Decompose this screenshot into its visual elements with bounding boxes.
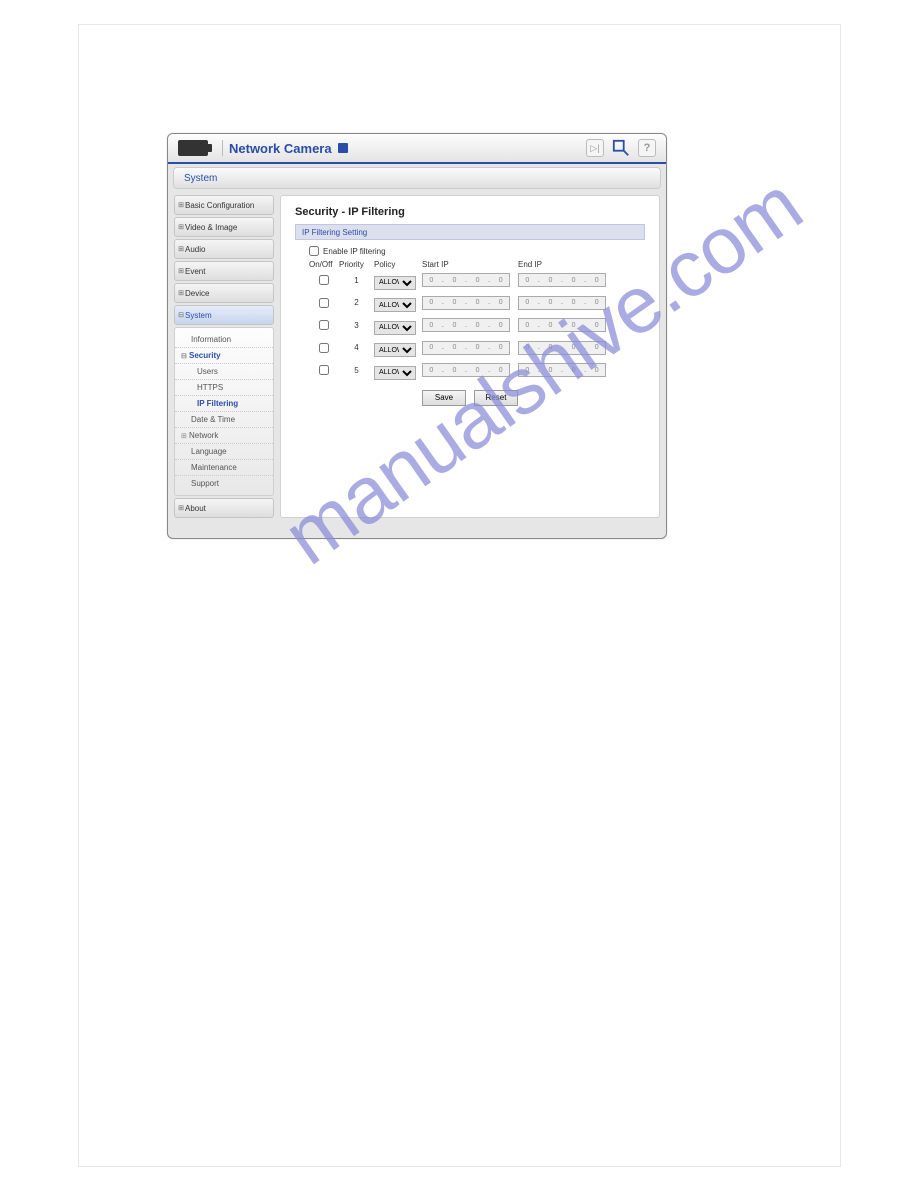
start-ip-input[interactable]: 0.0.0.0 [422,363,510,377]
row-priority: 2 [339,298,374,307]
sidebar-item-ip-filtering[interactable]: IP Filtering [175,396,273,412]
row-onoff-checkbox[interactable] [319,365,329,375]
sidebar-item-system[interactable]: ⊟System [174,305,274,325]
collapse-icon: ⊟ [178,312,184,318]
sidebar-item-basic-configuration[interactable]: ⊞Basic Configuration [174,195,274,215]
start-ip-input[interactable]: 0.0.0.0 [422,273,510,287]
row-onoff-checkbox[interactable] [319,275,329,285]
row-onoff-checkbox[interactable] [319,343,329,353]
expand-icon: ⊞ [178,505,184,511]
row-priority: 4 [339,343,374,352]
row-priority: 1 [339,276,374,285]
sidebar-item-maintenance[interactable]: Maintenance [175,460,273,476]
enable-row: Enable IP filtering [309,246,645,256]
sidebar-item-about[interactable]: ⊞About [174,498,274,518]
col-start-ip: Start IP [422,260,518,269]
row-onoff-checkbox[interactable] [319,320,329,330]
expand-icon: ⊞ [181,432,187,440]
body: ⊞Basic Configuration ⊞Video & Image ⊞Aud… [168,189,666,538]
start-ip-input[interactable]: 0.0.0.0 [422,296,510,310]
play-icon[interactable]: ▷| [586,139,604,157]
filter-row: 3ALLOW 0.0.0.0 0.0.0.0 [309,316,645,335]
sidebar-sublist-system: Information ⊟Security Users HTTPS IP Fil… [174,327,274,496]
row-policy-select[interactable]: ALLOW [374,276,416,290]
filter-row: 1ALLOW 0.0.0.0 0.0.0.0 [309,271,645,290]
camera-icon [178,140,208,156]
col-priority: Priority [339,260,374,269]
section-header: IP Filtering Setting [295,224,645,240]
sidebar-item-event[interactable]: ⊞Event [174,261,274,281]
expand-icon: ⊞ [178,246,184,252]
breadcrumb: System [173,167,661,189]
col-policy: Policy [374,260,422,269]
app-window: Network Camera ▷| ? System ⊞Basic Config… [167,133,667,539]
save-button[interactable]: Save [422,390,466,406]
titlebar: Network Camera ▷| ? [168,134,666,164]
expand-icon: ⊞ [178,202,184,208]
sidebar-item-language[interactable]: Language [175,444,273,460]
col-end-ip: End IP [518,260,608,269]
end-ip-input[interactable]: 0.0.0.0 [518,296,606,310]
row-priority: 3 [339,321,374,330]
page-container: Network Camera ▷| ? System ⊞Basic Config… [78,24,841,1167]
row-policy-select[interactable]: ALLOW [374,343,416,357]
row-policy-select[interactable]: ALLOW [374,321,416,335]
button-row: Save Reset [295,390,645,406]
end-ip-input[interactable]: 0.0.0.0 [518,341,606,355]
sidebar-item-https[interactable]: HTTPS [175,380,273,396]
table-header: On/Off Priority Policy Start IP End IP [309,260,645,269]
filter-row: 2ALLOW 0.0.0.0 0.0.0.0 [309,294,645,313]
sidebar-item-support[interactable]: Support [175,476,273,491]
help-icon[interactable]: ? [638,139,656,157]
sidebar-item-audio[interactable]: ⊞Audio [174,239,274,259]
enable-label: Enable IP filtering [323,247,386,256]
end-ip-input[interactable]: 0.0.0.0 [518,363,606,377]
filter-rows: 1ALLOW0.0.0.00.0.0.02ALLOW0.0.0.00.0.0.0… [295,271,645,380]
reset-button[interactable]: Reset [474,390,518,406]
row-policy-select[interactable]: ALLOW [374,366,416,380]
filter-row: 4ALLOW 0.0.0.0 0.0.0.0 [309,339,645,358]
expand-icon: ⊞ [178,268,184,274]
col-onoff: On/Off [309,260,339,269]
expand-icon: ⊞ [178,224,184,230]
sidebar-item-security[interactable]: ⊟Security [175,348,273,364]
title-badge-icon [338,143,348,153]
row-priority: 5 [339,366,374,375]
page-title: Security - IP Filtering [295,206,645,218]
start-ip-input[interactable]: 0.0.0.0 [422,318,510,332]
sidebar-item-date-time[interactable]: Date & Time [175,412,273,428]
content-panel: Security - IP Filtering IP Filtering Set… [280,195,660,518]
divider [222,140,223,156]
enable-ip-filtering-checkbox[interactable] [309,246,319,256]
end-ip-input[interactable]: 0.0.0.0 [518,318,606,332]
collapse-icon: ⊟ [181,352,187,360]
row-onoff-checkbox[interactable] [319,298,329,308]
filter-row: 5ALLOW 0.0.0.0 0.0.0.0 [309,361,645,380]
sidebar-item-users[interactable]: Users [175,364,273,380]
breadcrumb-text: System [184,173,217,184]
sidebar-item-video-image[interactable]: ⊞Video & Image [174,217,274,237]
row-policy-select[interactable]: ALLOW [374,298,416,312]
start-ip-input[interactable]: 0.0.0.0 [422,341,510,355]
sidebar-item-device[interactable]: ⊞Device [174,283,274,303]
app-title: Network Camera [229,141,332,156]
expand-icon: ⊞ [178,290,184,296]
end-ip-input[interactable]: 0.0.0.0 [518,273,606,287]
sidebar-item-information[interactable]: Information [175,332,273,348]
magnifier-icon[interactable] [612,139,630,157]
sidebar: ⊞Basic Configuration ⊞Video & Image ⊞Aud… [174,195,274,518]
sidebar-item-network[interactable]: ⊞Network [175,428,273,444]
